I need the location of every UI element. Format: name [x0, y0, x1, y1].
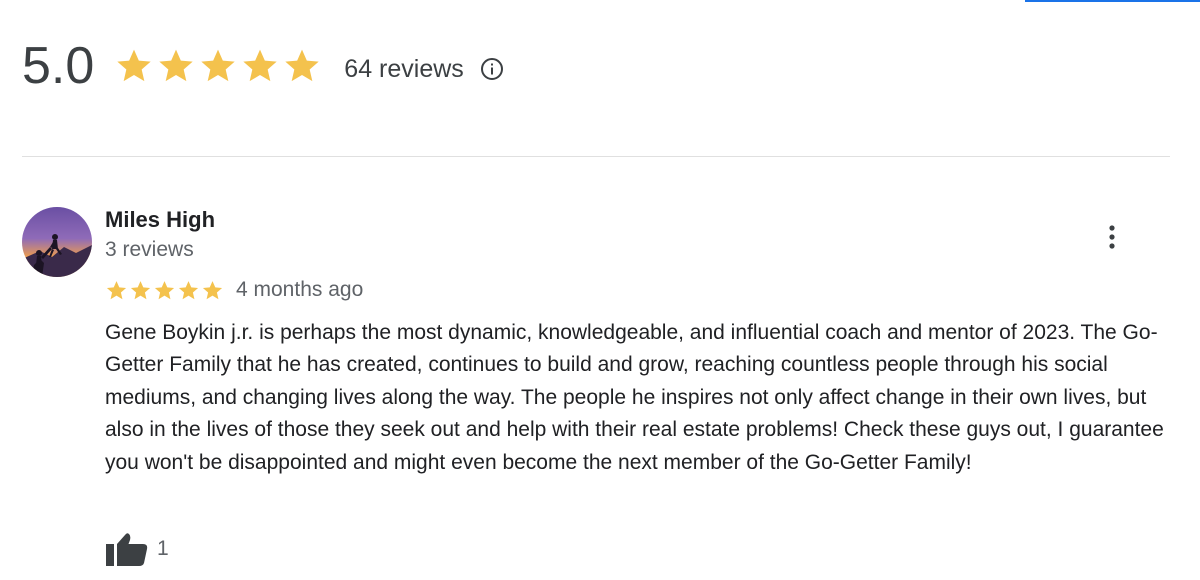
star-icon: [178, 280, 199, 299]
review-count[interactable]: 64 reviews: [344, 55, 464, 84]
like-count: 1: [157, 537, 169, 560]
divider: [22, 156, 1170, 157]
average-rating: 5.0: [22, 37, 95, 95]
star-icon: [202, 280, 223, 299]
avatar[interactable]: [22, 207, 92, 277]
review-text: Gene Boykin j.r. is perhaps the most dyn…: [105, 321, 1164, 474]
reviewer-review-count: 3 reviews: [105, 238, 194, 261]
review-stars: [105, 279, 224, 302]
star-icon: [201, 49, 235, 82]
star-icon: [154, 280, 175, 299]
top-link-underline: [1025, 0, 1200, 2]
more-vertical-icon[interactable]: [1100, 222, 1124, 252]
summary-stars: [114, 46, 322, 86]
avatar-silhouette-icon: [22, 207, 92, 277]
review-date: 4 months ago: [236, 278, 364, 301]
like-row: 1: [105, 530, 169, 568]
star-icon: [130, 280, 151, 299]
star-icon: [243, 49, 277, 82]
star-icon: [285, 49, 319, 82]
review-rating-line: 4 months ago: [105, 278, 363, 302]
thumbs-up-icon[interactable]: [105, 530, 149, 568]
reviewer-name[interactable]: Miles High: [105, 207, 215, 233]
star-icon: [117, 49, 151, 82]
star-icon: [106, 280, 127, 299]
info-circle-icon[interactable]: [480, 57, 504, 81]
star-icon: [159, 49, 193, 82]
rating-summary: 5.0 64 reviews: [22, 36, 504, 96]
